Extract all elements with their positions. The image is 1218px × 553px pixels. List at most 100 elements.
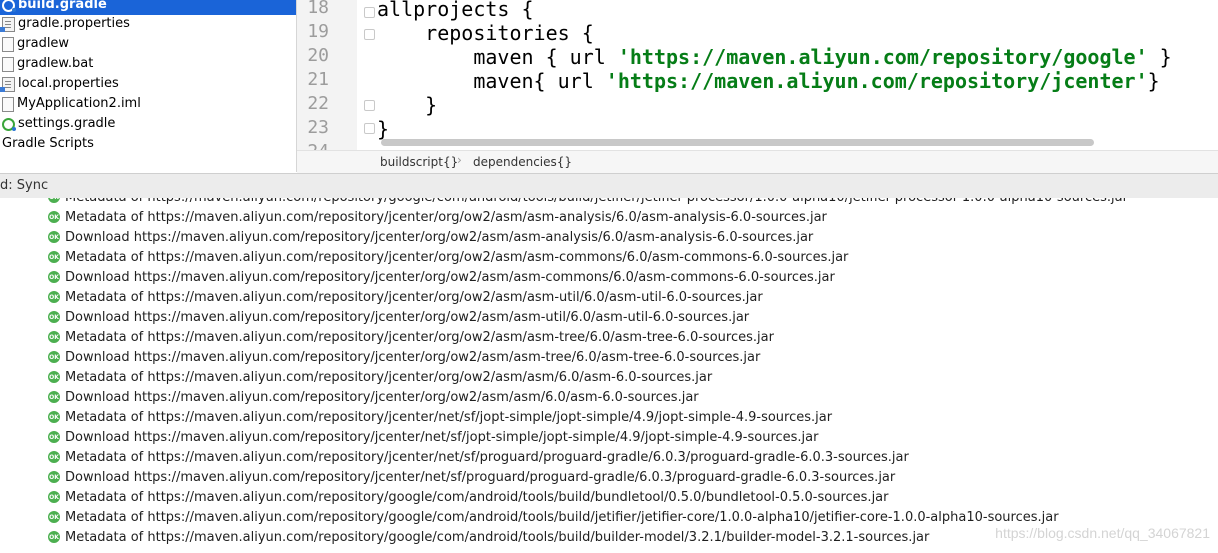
project-tree-panel: build.gradle gradle.properties gradlew grad… xyxy=(0,0,297,172)
line-number: 23 xyxy=(307,117,329,138)
ok-status-icon: OK xyxy=(48,351,60,363)
tree-item-label: local.properties xyxy=(18,76,119,91)
ok-status-icon: OK xyxy=(48,391,60,403)
ok-status-icon: OK xyxy=(48,531,60,543)
line-gutter: 18 19 20 21 22 23 24 xyxy=(297,0,375,150)
line-number: 22 xyxy=(307,93,329,114)
build-tool-window-header: d: Sync xyxy=(0,173,1218,199)
code-line: maven { url 'https://maven.aliyun.com/re… xyxy=(377,45,1171,69)
tree-item-label: MyApplication2.iml xyxy=(17,96,141,111)
ok-status-icon: OK xyxy=(48,411,60,423)
tree-item[interactable]: local.properties xyxy=(0,74,119,94)
log-row[interactable]: OK Download https://maven.aliyun.com/repo… xyxy=(48,307,749,327)
ok-status-icon: OK xyxy=(48,198,60,203)
tree-item[interactable]: Gradle Scripts xyxy=(0,134,94,154)
ok-status-icon: OK xyxy=(48,491,60,503)
tree-item[interactable]: build.gradle xyxy=(0,0,296,15)
code-line: } xyxy=(377,117,389,141)
file-icon xyxy=(2,56,14,72)
log-row[interactable]: OK Download https://maven.aliyun.com/repo… xyxy=(48,387,699,407)
log-text: Metadata of https://maven.aliyun.com/rep… xyxy=(65,529,930,545)
code-string-literal: 'https://maven.aliyun.com/repository/jce… xyxy=(605,69,1148,93)
build-log: OK Metadata of https://maven.aliyun.com/r… xyxy=(0,198,1218,553)
log-row[interactable]: OK Download https://maven.aliyun.com/repo… xyxy=(48,467,895,487)
log-text: Download https://maven.aliyun.com/reposi… xyxy=(65,469,896,485)
log-row[interactable]: OK Metadata of https://maven.aliyun.com/r… xyxy=(48,207,827,227)
line-number: 19 xyxy=(307,21,329,42)
log-row[interactable]: OK Metadata of https://maven.aliyun.com/r… xyxy=(48,327,774,347)
log-text: Metadata of https://maven.aliyun.com/rep… xyxy=(65,329,774,345)
log-row[interactable]: OK Metadata of https://maven.aliyun.com/r… xyxy=(48,287,763,307)
line-number: 21 xyxy=(307,69,329,90)
log-text: Metadata of https://maven.aliyun.com/rep… xyxy=(65,509,1059,525)
log-text: Metadata of https://maven.aliyun.com/rep… xyxy=(65,198,1128,205)
fold-marker-icon[interactable] xyxy=(364,100,375,111)
line-number: 20 xyxy=(307,45,329,66)
properties-file-icon xyxy=(0,16,15,32)
log-row[interactable]: OK Metadata of https://maven.aliyun.com/r… xyxy=(48,407,832,427)
log-text: Download https://maven.aliyun.com/reposi… xyxy=(65,309,750,325)
ok-status-icon: OK xyxy=(48,451,60,463)
gradle-icon xyxy=(2,0,16,12)
code-text: repositories { xyxy=(377,21,594,45)
tree-item-label: Gradle Scripts xyxy=(2,136,94,151)
tree-item-label: settings.gradle xyxy=(18,116,116,131)
code-text: maven{ url xyxy=(377,69,606,93)
code-string-literal: 'https://maven.aliyun.com/repository/goo… xyxy=(617,45,1148,69)
log-row[interactable]: OK Download https://maven.aliyun.com/repo… xyxy=(48,227,813,247)
log-text: Download https://maven.aliyun.com/reposi… xyxy=(65,389,699,405)
ok-status-icon: OK xyxy=(48,211,60,223)
tree-item[interactable]: gradlew xyxy=(0,34,69,54)
log-text: Metadata of https://maven.aliyun.com/rep… xyxy=(65,409,833,425)
log-text: Metadata of https://maven.aliyun.com/rep… xyxy=(65,449,909,465)
horizontal-scrollbar[interactable] xyxy=(381,139,1094,146)
breadcrumb-item-buildscript[interactable]: buildscript{} xyxy=(380,154,458,170)
log-row[interactable]: OK Metadata of https://maven.aliyun.com/r… xyxy=(48,447,909,467)
fold-marker-icon[interactable] xyxy=(364,123,375,134)
code-area[interactable]: allprojects { repositories { maven { url… xyxy=(377,0,1218,150)
tree-item-label: gradle.properties xyxy=(18,16,130,31)
build-tab-sync[interactable]: d: Sync xyxy=(0,178,48,194)
ok-status-icon: OK xyxy=(48,311,60,323)
breadcrumb-item-dependencies[interactable]: dependencies{} xyxy=(473,154,572,170)
code-text: maven { url xyxy=(377,45,618,69)
log-row[interactable]: OK Metadata of https://maven.aliyun.com/r… xyxy=(48,527,929,547)
fold-marker-icon[interactable] xyxy=(364,29,375,40)
log-text: Metadata of https://maven.aliyun.com/rep… xyxy=(65,489,889,505)
log-text: Metadata of https://maven.aliyun.com/rep… xyxy=(65,369,713,385)
log-row[interactable]: OK Download https://maven.aliyun.com/repo… xyxy=(48,347,760,367)
log-text: Download https://maven.aliyun.com/reposi… xyxy=(65,429,819,445)
watermark: https://blog.csdn.net/qq_34067821 xyxy=(995,525,1210,541)
file-icon xyxy=(2,96,14,112)
tree-item-label: gradlew.bat xyxy=(17,56,94,71)
code-text: } xyxy=(377,117,390,141)
code-line: maven{ url 'https://maven.aliyun.com/rep… xyxy=(377,69,1159,93)
log-text: Metadata of https://maven.aliyun.com/rep… xyxy=(65,289,763,305)
fold-marker-icon[interactable] xyxy=(364,7,375,18)
tree-item[interactable]: MyApplication2.iml xyxy=(0,94,141,114)
log-text: Metadata of https://maven.aliyun.com/rep… xyxy=(65,249,849,265)
log-row[interactable]: OK Metadata of https://maven.aliyun.com/r… xyxy=(48,487,889,507)
log-text: Download https://maven.aliyun.com/reposi… xyxy=(65,269,835,285)
line-number: 24 xyxy=(301,140,329,150)
log-row[interactable]: OK Download https://maven.aliyun.com/repo… xyxy=(48,267,835,287)
tree-item-label: gradlew xyxy=(17,36,70,51)
code-editor[interactable]: 18 19 20 21 22 23 24 allprojects { repositorie… xyxy=(297,0,1218,150)
ok-status-icon: OK xyxy=(48,251,60,263)
chevron-right-icon: › xyxy=(457,153,462,167)
log-row[interactable]: OK Metadata of https://maven.aliyun.com/r… xyxy=(48,367,712,387)
tree-item[interactable]: gradlew.bat xyxy=(0,54,93,74)
line-number: 18 xyxy=(307,0,329,18)
code-text: allprojects { xyxy=(377,0,534,21)
gradle-icon xyxy=(2,117,16,131)
log-row[interactable]: OK Metadata of https://maven.aliyun.com/r… xyxy=(48,198,1128,207)
ok-status-icon: OK xyxy=(48,291,60,303)
log-row[interactable]: OK Metadata of https://maven.aliyun.com/r… xyxy=(48,247,848,267)
ok-status-icon: OK xyxy=(48,271,60,283)
log-text: Download https://maven.aliyun.com/reposi… xyxy=(65,349,761,365)
tree-item[interactable]: gradle.properties xyxy=(0,14,130,34)
log-row[interactable]: OK Download https://maven.aliyun.com/repo… xyxy=(48,427,818,447)
ok-status-icon: OK xyxy=(48,511,60,523)
tree-item[interactable]: settings.gradle xyxy=(0,114,115,134)
log-row[interactable]: OK Metadata of https://maven.aliyun.com/r… xyxy=(48,507,1059,527)
